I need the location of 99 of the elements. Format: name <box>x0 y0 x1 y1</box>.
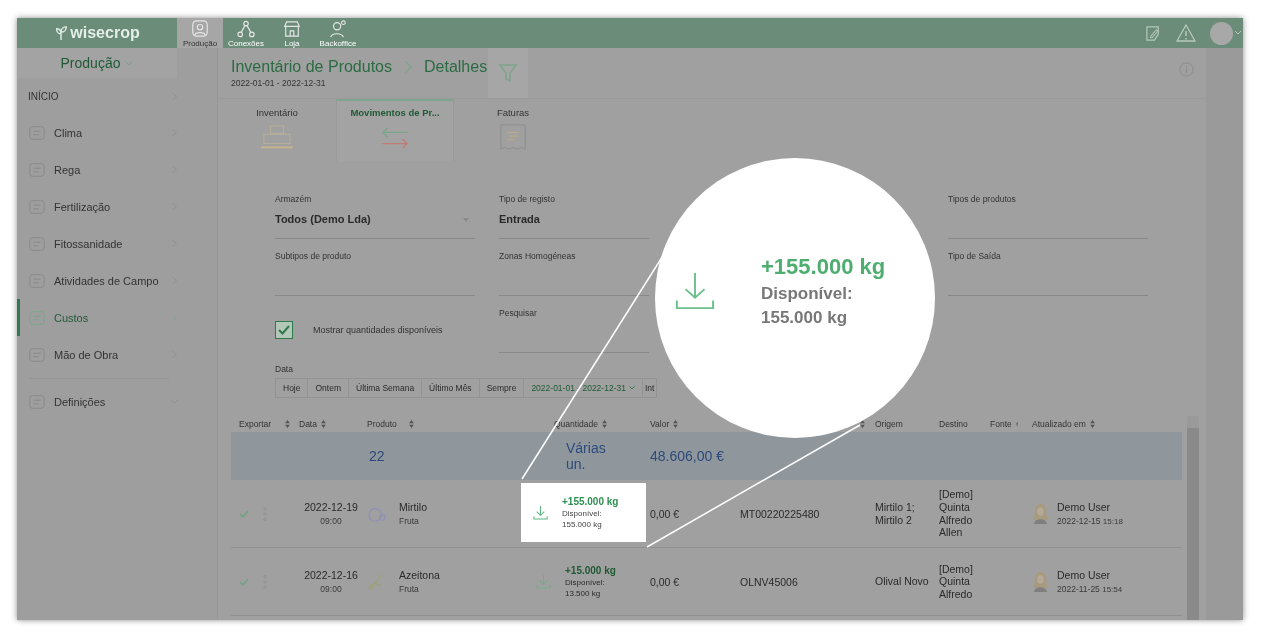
input-field[interactable]: Armazém Todos (Demo Lda) <box>275 194 475 239</box>
nav-tab[interactable]: Backoffice <box>315 18 361 48</box>
date-option[interactable]: Última Semana <box>349 378 423 398</box>
date-option[interactable]: Ontem <box>308 378 349 398</box>
chevron-down-icon <box>628 386 635 390</box>
edit-icon[interactable] <box>1145 24 1162 42</box>
download-icon <box>536 574 551 589</box>
available-amount: 155.000 kg <box>761 308 848 328</box>
input-field[interactable]: Tipos de produtos <box>948 194 1148 239</box>
quantity-text: +155.000 kg <box>562 496 619 507</box>
sidebar-item[interactable]: Atividades de Campo <box>17 262 217 299</box>
scrollbar[interactable] <box>1187 416 1199 620</box>
product-category: Fruta <box>399 584 420 594</box>
module-selector[interactable]: Produção <box>17 48 177 78</box>
store-icon <box>283 19 301 38</box>
date-text: 2022-12-16 <box>304 569 358 581</box>
product-name: Mirtilo <box>399 501 427 513</box>
chevron-down-icon[interactable] <box>125 60 134 66</box>
input-field[interactable]: Zonas Homogéneas <box>499 251 649 296</box>
avatar-silhouette-icon <box>1032 571 1049 592</box>
date-text: 2022-12-19 <box>304 501 358 513</box>
date-range-text: 2022-01-01 - 2022-12-31 <box>231 78 327 88</box>
input-field[interactable]: Tipo de Saída <box>948 251 1148 296</box>
nav-tab[interactable]: Conexões <box>223 18 269 48</box>
code-text: OLNV45006 <box>740 575 798 588</box>
origin-text: Mirtilo 1; Mirtilo 2 <box>875 500 916 527</box>
nav-tab[interactable]: Produção <box>177 18 223 48</box>
column-header[interactable]: Fonte <box>990 419 1012 429</box>
download-icon <box>533 505 548 520</box>
date-option[interactable]: Hoje <box>275 378 309 398</box>
table-cell-text: Várias un. <box>565 440 607 472</box>
date-option[interactable]: 2022-01-01 - 2022-12-31 <box>524 378 643 398</box>
value-text: 0,00 € <box>650 575 680 588</box>
caret-icon[interactable] <box>1235 31 1241 35</box>
filter-button[interactable] <box>488 48 528 98</box>
column-header[interactable]: Data <box>299 419 317 429</box>
user-name: Demo User <box>1057 501 1112 513</box>
sprout-icon <box>54 25 69 41</box>
table-cell-text: 48.606,00 € <box>649 448 725 464</box>
date-option[interactable]: Último Mês <box>422 378 480 398</box>
time-text: 09:00 <box>320 516 342 526</box>
date-option[interactable]: Sempre <box>479 378 525 398</box>
column-header[interactable]: Destino <box>939 419 968 429</box>
column-header[interactable]: Valor <box>650 419 670 429</box>
network-icon <box>237 19 255 38</box>
download-icon <box>675 271 715 311</box>
input-field[interactable]: Tipo de registo Entrada <box>499 194 649 239</box>
module-label[interactable]: Produção <box>60 55 121 71</box>
sidebar-item[interactable]: Fertilização <box>17 188 217 225</box>
logo-text: wisecrop <box>70 24 140 42</box>
tab[interactable]: Movimentos de Pr... <box>336 99 454 161</box>
column-header[interactable]: Atualizado em <box>1032 419 1086 429</box>
sort-icon[interactable] <box>860 420 865 428</box>
warning-icon[interactable] <box>1176 24 1196 42</box>
available-amount: 155.000 kg <box>562 521 603 529</box>
person-icon <box>191 19 209 38</box>
sidebar-item[interactable]: Rega <box>17 151 217 188</box>
value-text: 0,00 € <box>650 507 680 520</box>
available-label: Disponível: <box>562 510 603 518</box>
checkbox-label: Mostrar quantidades disponíveis <box>313 325 443 335</box>
updated-date: 2022-11-25 15:54 <box>1057 584 1123 594</box>
input-field[interactable]: Pesquisar <box>499 308 649 353</box>
product-category: Fruta <box>399 516 420 526</box>
breadcrumb-current: Detalhes <box>424 58 488 76</box>
sidebar-item[interactable]: Clima <box>17 114 217 151</box>
input-field[interactable]: Subtipos de produto <box>275 251 475 296</box>
available-label: Disponível: <box>565 579 606 587</box>
updated-date: 2022-12-15 15:18 <box>1057 516 1123 526</box>
sidebar-item[interactable]: Fitossanidade <box>17 225 217 262</box>
code-text: MT00220225480 <box>740 507 820 520</box>
sidebar-item[interactable]: INÍCIO <box>17 78 217 114</box>
available-label: Disponível: <box>761 284 854 304</box>
table-cell-text: 22 <box>368 448 386 464</box>
quantity-text: +155.000 kg <box>761 254 886 280</box>
product-name: Azeitona <box>399 569 440 581</box>
tab[interactable]: Inventário <box>218 99 336 161</box>
date-label: Data <box>275 364 294 374</box>
avatar[interactable] <box>1210 21 1233 45</box>
destination-text: [Demo] Quinta Alfredo <box>939 562 974 601</box>
quantity-text: +15.000 kg <box>565 565 616 576</box>
filter-icon <box>499 63 517 83</box>
date-option[interactable]: Int <box>642 378 658 398</box>
nav-tab[interactable]: Loja <box>269 18 315 48</box>
avatar-silhouette-icon <box>1032 503 1049 524</box>
time-text: 09:00 <box>320 584 342 594</box>
module-icon <box>28 308 46 327</box>
destination-text: [Demo] Quinta Alfredo Allen <box>939 488 974 539</box>
sidebar-item[interactable]: Mão de Obra <box>17 336 217 373</box>
origin-text: Olival Novo <box>875 575 929 588</box>
column-header[interactable]: Produto <box>367 419 397 429</box>
column-header[interactable]: Origem <box>875 419 903 429</box>
available-amount: 13.500 kg <box>565 590 602 598</box>
user-name: Demo User <box>1057 569 1112 581</box>
tab[interactable]: Faturas <box>454 99 572 161</box>
user-gear-icon <box>329 19 347 38</box>
chevron-right-icon <box>404 60 412 74</box>
checkbox[interactable] <box>275 321 293 339</box>
sidebar-item[interactable]: Definições <box>17 383 217 420</box>
column-header[interactable]: Exportar <box>239 419 272 429</box>
